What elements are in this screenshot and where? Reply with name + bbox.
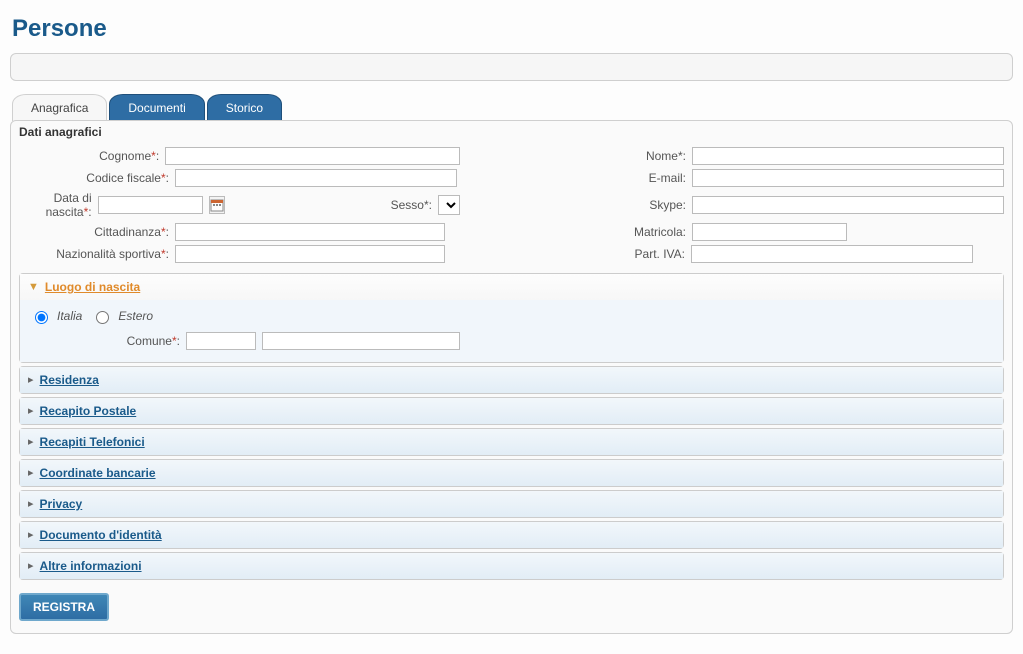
section-title-recapito-postale: Recapito Postale <box>40 404 137 418</box>
section-title-documento-identita: Documento d'identità <box>40 528 162 542</box>
label-cittadinanza: Cittadinanza*: <box>19 225 169 239</box>
chevron-right-icon: ▸ <box>28 499 34 510</box>
label-matricola: Matricola: <box>466 225 686 239</box>
tab-anagrafica[interactable]: Anagrafica <box>12 94 107 121</box>
section-residenza: ▸ Residenza <box>19 366 1004 394</box>
section-recapiti-telefonici: ▸ Recapiti Telefonici <box>19 428 1004 456</box>
section-header-coordinate-bancarie[interactable]: ▸ Coordinate bancarie <box>20 460 1003 486</box>
row-nazsport-piva: Nazionalità sportiva*: Part. IVA: <box>19 245 1004 263</box>
section-title-recapiti-telefonici: Recapiti Telefonici <box>40 435 145 449</box>
label-cognome-text: Cognome <box>99 149 151 163</box>
req: * <box>172 334 177 348</box>
row-cf-email: Codice fiscale*: E-mail: <box>19 169 1004 187</box>
row-citt-matricola: Cittadinanza*: Matricola: <box>19 223 1004 241</box>
label-cognome: Cognome*: <box>19 149 159 163</box>
tab-storico[interactable]: Storico <box>207 94 282 121</box>
chevron-down-icon: ▼ <box>28 282 39 293</box>
select-sesso[interactable] <box>438 195 460 215</box>
label-skype: Skype: <box>466 198 686 212</box>
top-notice-box <box>10 53 1013 81</box>
input-comune-code[interactable] <box>186 332 256 350</box>
chevron-right-icon: ▸ <box>28 437 34 448</box>
row-dob-sex-skype: Data di nascita*: Sesso*: Skype: <box>19 191 1004 219</box>
registra-button[interactable]: REGISTRA <box>19 593 109 621</box>
input-part-iva[interactable] <box>691 245 973 263</box>
section-header-luogo-di-nascita[interactable]: ▼ Luogo di nascita <box>20 274 1003 300</box>
tab-documenti[interactable]: Documenti <box>109 94 204 121</box>
section-privacy: ▸ Privacy <box>19 490 1004 518</box>
row-cognome-nome: Cognome*: Nome*: <box>19 147 1004 165</box>
req: * <box>678 149 683 163</box>
chevron-right-icon: ▸ <box>28 375 34 386</box>
label-citt-text: Cittadinanza <box>94 225 161 239</box>
req: * <box>151 149 156 163</box>
section-altre-informazioni: ▸ Altre informazioni <box>19 552 1004 580</box>
radio-row-luogo: Italia Estero <box>30 308 993 324</box>
section-body-luogo-di-nascita: Italia Estero Comune*: <box>20 300 1003 362</box>
section-recapito-postale: ▸ Recapito Postale <box>19 397 1004 425</box>
input-cognome[interactable] <box>165 147 460 165</box>
label-nome-text: Nome <box>646 149 678 163</box>
section-header-recapito-postale[interactable]: ▸ Recapito Postale <box>20 398 1003 424</box>
label-sesso-text: Sesso <box>391 198 424 212</box>
section-title-luogo-di-nascita: Luogo di nascita <box>45 280 140 294</box>
anagrafica-panel: Dati anagrafici Cognome*: Nome*: Codice … <box>10 120 1013 634</box>
input-nazionalita-sportiva[interactable] <box>175 245 445 263</box>
chevron-right-icon: ▸ <box>28 561 34 572</box>
page-title: Persone <box>12 15 1013 43</box>
section-title-coordinate-bancarie: Coordinate bancarie <box>40 466 156 480</box>
input-comune-name[interactable] <box>262 332 460 350</box>
section-title-altre-informazioni: Altre informazioni <box>40 559 142 573</box>
input-matricola[interactable] <box>692 223 847 241</box>
section-header-privacy[interactable]: ▸ Privacy <box>20 491 1003 517</box>
label-sesso: Sesso*: <box>391 198 432 212</box>
row-comune: Comune*: <box>30 332 993 350</box>
req: * <box>161 247 166 261</box>
accordion: ▼ Luogo di nascita Italia Estero Comune*… <box>19 273 1004 580</box>
label-data-nascita: Data di nascita*: <box>19 191 92 219</box>
radio-estero-label: Estero <box>118 309 153 323</box>
req: * <box>84 205 89 219</box>
req: * <box>424 198 429 212</box>
input-data-nascita[interactable] <box>98 196 203 214</box>
section-luogo-di-nascita: ▼ Luogo di nascita Italia Estero Comune*… <box>19 273 1004 363</box>
section-header-altre-informazioni[interactable]: ▸ Altre informazioni <box>20 553 1003 579</box>
label-email: E-mail: <box>466 171 686 185</box>
label-nome: Nome*: <box>466 149 686 163</box>
section-title-residenza: Residenza <box>40 373 99 387</box>
chevron-right-icon: ▸ <box>28 530 34 541</box>
radio-italia[interactable] <box>35 311 48 324</box>
calendar-icon[interactable] <box>209 196 225 214</box>
dati-anagrafici-legend: Dati anagrafici <box>19 125 1004 139</box>
chevron-right-icon: ▸ <box>28 406 34 417</box>
tabs: Anagrafica Documenti Storico <box>12 93 1013 120</box>
label-cf-text: Codice fiscale <box>86 171 161 185</box>
input-email[interactable] <box>692 169 1004 187</box>
radio-estero[interactable] <box>96 311 109 324</box>
section-title-privacy: Privacy <box>40 497 83 511</box>
chevron-right-icon: ▸ <box>28 468 34 479</box>
label-codice-fiscale: Codice fiscale*: <box>19 171 169 185</box>
input-codice-fiscale[interactable] <box>175 169 457 187</box>
req: * <box>161 171 166 185</box>
section-header-residenza[interactable]: ▸ Residenza <box>20 367 1003 393</box>
label-part-iva: Part. IVA: <box>465 247 685 261</box>
label-nazionalita-sportiva: Nazionalità sportiva*: <box>19 247 169 261</box>
section-coordinate-bancarie: ▸ Coordinate bancarie <box>19 459 1004 487</box>
label-nazsport-text: Nazionalità sportiva <box>56 247 161 261</box>
input-skype[interactable] <box>692 196 1004 214</box>
section-header-documento-identita[interactable]: ▸ Documento d'identità <box>20 522 1003 548</box>
req: * <box>161 225 166 239</box>
section-documento-identita: ▸ Documento d'identità <box>19 521 1004 549</box>
label-comune-text: Comune <box>127 334 172 348</box>
input-nome[interactable] <box>692 147 1004 165</box>
radio-italia-label: Italia <box>57 309 82 323</box>
label-comune: Comune*: <box>30 334 180 348</box>
section-header-recapiti-telefonici[interactable]: ▸ Recapiti Telefonici <box>20 429 1003 455</box>
input-cittadinanza[interactable] <box>175 223 445 241</box>
